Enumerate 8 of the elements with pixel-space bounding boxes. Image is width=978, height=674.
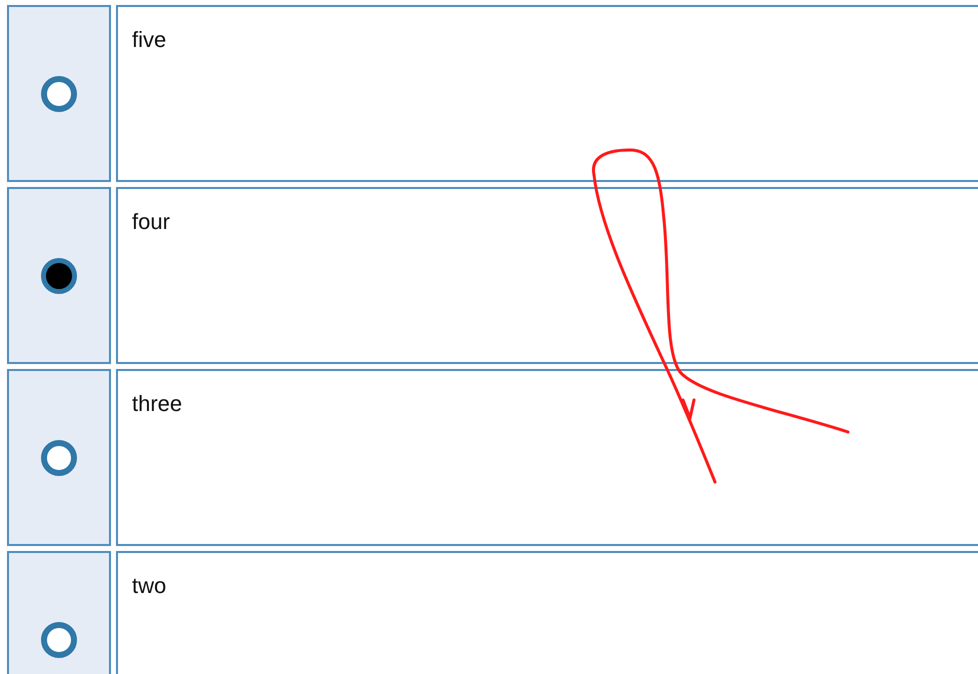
option-label: five [132,27,166,53]
radio-button[interactable] [41,76,77,112]
radio-button[interactable] [41,622,77,658]
radio-button[interactable] [41,440,77,476]
option-label: four [132,209,170,235]
option-label: two [132,573,166,599]
option-label: three [132,391,182,417]
radio-button[interactable] [41,258,77,294]
